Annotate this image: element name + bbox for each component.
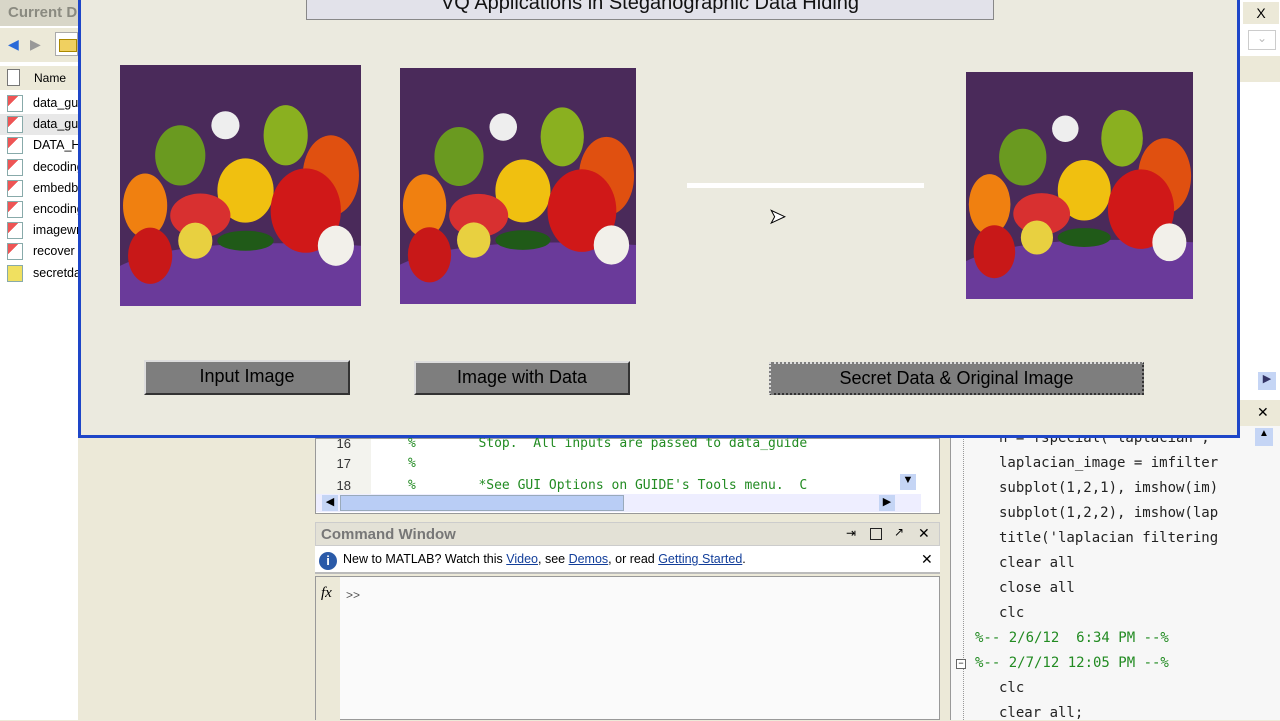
input-image-button[interactable]: Input Image <box>144 360 350 395</box>
back-icon[interactable]: ◀ <box>8 36 19 53</box>
figure-window: VQ Applications in Steganographic Data H… <box>78 0 1240 438</box>
toolbar: ◀ ▶ <box>0 28 78 62</box>
file-item[interactable]: encoding <box>0 199 78 220</box>
m-file-icon <box>7 179 23 197</box>
scroll-down-icon[interactable]: ▼ <box>900 474 916 490</box>
image-with-data-button[interactable]: Image with Data <box>414 361 630 395</box>
column-name-header[interactable]: Name <box>0 66 78 90</box>
file-name: data_gui.m <box>33 117 78 132</box>
scroll-right-icon[interactable]: ▶ <box>1258 372 1276 390</box>
close-icon[interactable]: X <box>1243 2 1279 24</box>
info-bar: i New to MATLAB? Watch this Video, see D… <box>315 546 940 574</box>
current-directory-panel: Current Directory ◀ ▶ Name data_gui.figd… <box>0 0 78 720</box>
history-line[interactable]: clear all <box>999 555 1075 571</box>
file-name: data_gui.fig <box>33 96 78 110</box>
m-file-icon <box>7 201 23 218</box>
info-icon: i <box>319 552 337 570</box>
history-line[interactable]: laplacian_image = imfilter <box>999 455 1218 471</box>
fx-icon[interactable]: fx <box>321 585 332 602</box>
m-file-icon <box>7 243 23 261</box>
panel-title: Current Directory <box>0 0 78 26</box>
file-item[interactable]: data_gui.fig <box>0 93 78 114</box>
file-icon <box>7 69 20 86</box>
file-name: decoding <box>33 159 78 174</box>
info-text: , see <box>538 552 569 566</box>
panel-title: Command Window <box>321 526 456 543</box>
file-name: imagewrite <box>33 223 78 238</box>
history-line[interactable]: subplot(1,2,2), imshow(lap <box>999 505 1218 521</box>
close-icon[interactable]: ✕ <box>1257 404 1269 421</box>
collapse-icon[interactable]: − <box>956 659 966 669</box>
right-panel-edge: X ⌄ ▶ <box>1240 0 1280 400</box>
history-line[interactable]: %-- 2/6/12 6:34 PM --% <box>975 630 1169 646</box>
history-line[interactable]: clc <box>999 605 1024 621</box>
file-name: embedbits <box>33 180 78 195</box>
close-info-icon[interactable]: ✕ <box>921 551 933 568</box>
info-text: . <box>742 552 746 566</box>
m-file-icon <box>7 158 23 176</box>
mouse-cursor-icon: ➤ <box>769 206 787 229</box>
file-name: recover <box>33 244 75 259</box>
column-label: Name <box>34 71 67 85</box>
video-link[interactable]: Video <box>506 552 538 566</box>
undock-icon[interactable]: ↗ <box>894 525 904 539</box>
history-line[interactable]: clc <box>999 680 1024 696</box>
tree-line <box>963 430 964 720</box>
close-icon[interactable]: ✕ <box>918 525 930 542</box>
toolbar-strip <box>1240 56 1280 82</box>
file-item[interactable]: data_gui.m <box>0 114 78 136</box>
editor[interactable]: 16 17 18 % Stop. All inputs are passed t… <box>315 436 940 514</box>
file-item[interactable]: decoding <box>0 157 78 178</box>
line-number: 17 <box>336 456 351 471</box>
history-line[interactable]: subplot(1,2,1), imshow(im) <box>999 480 1218 496</box>
code-line: % <box>408 456 416 471</box>
command-input[interactable]: fx >> <box>315 576 940 721</box>
folder-icon[interactable] <box>55 32 78 56</box>
m-file-icon <box>7 222 23 240</box>
image-with-data <box>400 68 636 304</box>
file-item[interactable]: imagewrite <box>0 220 78 241</box>
input-image <box>120 65 361 306</box>
progress-bar <box>687 183 924 188</box>
scroll-left-icon[interactable]: ◀ <box>322 495 338 511</box>
history-line[interactable]: title('laplacian filtering <box>999 530 1218 546</box>
m-file-icon <box>7 116 23 134</box>
command-window-header: Command Window ⇥ ↗ ✕ <box>315 522 940 546</box>
file-item[interactable]: embedbits <box>0 178 78 199</box>
figure-title: VQ Applications in Steganographic Data H… <box>306 0 994 20</box>
m-file-icon <box>7 95 23 112</box>
file-item[interactable]: secretdata <box>0 263 78 284</box>
chevron-down-icon[interactable]: ⌄ <box>1248 30 1276 50</box>
file-name: encoding <box>33 202 78 216</box>
file-name: secretdata <box>33 265 78 280</box>
command-history[interactable]: ✕ ▲ h = fspecial('laplacian', laplacian_i… <box>950 400 1280 721</box>
scroll-right-icon[interactable]: ▶ <box>879 495 895 511</box>
m-file-icon <box>7 137 23 155</box>
mat-file-icon <box>7 264 23 282</box>
info-text: , or read <box>608 552 659 566</box>
prompt: >> <box>346 588 361 602</box>
maximize-icon[interactable] <box>870 528 882 540</box>
dock-icon[interactable]: ⇥ <box>846 526 856 540</box>
scroll-up-icon[interactable]: ▲ <box>1255 428 1273 446</box>
file-item[interactable]: DATA_HIDING <box>0 135 78 156</box>
forward-icon[interactable]: ▶ <box>30 36 41 53</box>
history-line[interactable]: close all <box>999 580 1075 596</box>
secret-data-button[interactable]: Secret Data & Original Image <box>769 362 1144 395</box>
file-item[interactable]: recover <box>0 241 78 262</box>
file-name: DATA_HIDING <box>33 138 78 153</box>
getting-started-link[interactable]: Getting Started <box>658 552 742 566</box>
horizontal-scrollbar[interactable]: ◀ ▶ <box>316 494 921 512</box>
history-line[interactable]: %-- 2/7/12 12:05 PM --% <box>975 655 1169 671</box>
demos-link[interactable]: Demos <box>569 552 609 566</box>
info-text: New to MATLAB? Watch this <box>343 552 507 566</box>
scroll-thumb[interactable] <box>340 495 624 511</box>
history-line[interactable]: clear all; <box>999 705 1083 721</box>
original-image <box>966 72 1193 299</box>
